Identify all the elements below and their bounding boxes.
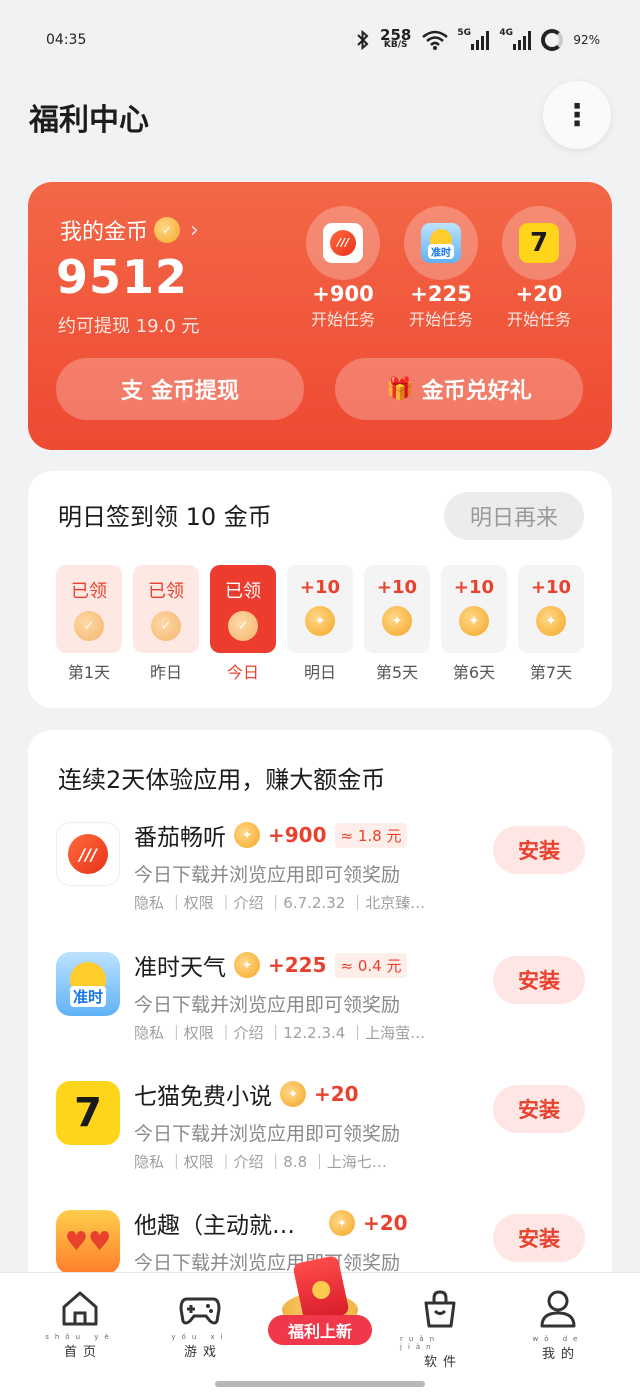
coin-icon: ✦: [536, 606, 566, 636]
coin-icon: ✦: [382, 606, 412, 636]
sign-in-title: 明日签到领 10 金币: [58, 503, 272, 531]
app-description: 今日下载并浏览应用即可领奖励: [134, 1123, 401, 1145]
app-meta-links[interactable]: 隐私 ｜权限 ｜介绍 ｜12.2.3.4 ｜上海萤…: [134, 1022, 425, 1043]
home-icon: [62, 1291, 98, 1326]
day-item[interactable]: 已领 ✓ 昨日: [133, 565, 199, 683]
gift-icon: 🎁: [386, 376, 414, 402]
coin-icon: ✓: [154, 217, 181, 243]
weather-app-icon: 准时: [56, 952, 120, 1016]
list-item[interactable]: 7 七猫免费小说 ✦ +20 今日下载并浏览应用即可领奖励 隐私 ｜权限 ｜介绍…: [56, 1077, 596, 1187]
reward-amount: +225: [268, 953, 327, 977]
app-name: 准时天气: [134, 955, 226, 981]
signal-5g-icon: 5G: [457, 28, 490, 50]
qimao-app-icon: 7: [519, 223, 559, 263]
bluetooth-icon: [357, 30, 369, 50]
battery-icon: [541, 29, 564, 51]
day-item[interactable]: +10 ✦ 明日: [287, 565, 353, 683]
quick-tasks: /// +900 开始任务 准时 +225 开始任务 7 +20 开始任务: [306, 206, 576, 330]
coin-card: 我的金币 ✓ › 9512 约可提现 19.0 元 /// +900 开始任务 …: [28, 182, 612, 450]
nav-welfare-new[interactable]: 福利上新: [268, 1254, 372, 1363]
coin-icon: ✦: [459, 606, 489, 636]
app-name: 七猫免费小说: [134, 1084, 272, 1110]
coin-balance: 9512: [56, 250, 189, 304]
status-time: 04:35: [46, 32, 87, 48]
app-description: 今日下载并浏览应用即可领奖励: [134, 994, 401, 1016]
day-item[interactable]: +10 ✦ 第7天: [518, 565, 584, 683]
app-meta-links[interactable]: 隐私 ｜权限 ｜介绍 ｜8.8 ｜上海七…: [134, 1151, 387, 1172]
withdraw-estimate: 约可提现 19.0 元: [58, 316, 200, 337]
qimao-app-icon: 7: [56, 1081, 120, 1145]
day-item[interactable]: 已领 ✓ 第1天: [56, 565, 122, 683]
my-coins-link[interactable]: 我的金币 ✓ ›: [60, 214, 199, 246]
coin-icon: ✓: [228, 611, 258, 641]
coin-icon: ✦: [234, 952, 260, 978]
more-menu-button[interactable]: ⋮: [543, 81, 611, 149]
signal-4g-icon: 4G: [499, 28, 532, 50]
gamepad-icon: [179, 1297, 221, 1325]
coin-icon: ✦: [305, 606, 335, 636]
install-button[interactable]: 安装: [493, 956, 585, 1004]
fanqie-app-icon: ///: [323, 223, 363, 263]
nav-profile[interactable]: wǒ de 我的: [518, 1289, 598, 1362]
quick-task-qimao[interactable]: 7 +20 开始任务: [502, 206, 576, 330]
alipay-icon: 支: [120, 379, 143, 404]
status-bar: 04:35 258 KB/S 5G 4G 92%: [0, 0, 640, 80]
quick-task-weather[interactable]: 准时 +225 开始任务: [404, 206, 478, 330]
app-name: 他趣（主动就…: [134, 1213, 295, 1239]
weather-app-icon: 准时: [421, 223, 461, 263]
list-item[interactable]: 准时 准时天气 ✦ +225 ≈ 0.4 元 今日下载并浏览应用即可领奖励 隐私…: [56, 948, 596, 1058]
person-icon: [540, 1290, 576, 1328]
more-vertical-icon: ⋮: [562, 97, 592, 133]
nav-home[interactable]: shǒu yè 首页: [40, 1289, 120, 1360]
battery-percent: 92%: [573, 33, 600, 47]
status-icons: 258 KB/S 5G 4G 92%: [356, 26, 600, 51]
reward-amount: +900: [268, 823, 327, 847]
page-title: 福利中心: [29, 103, 149, 138]
list-item[interactable]: /// 番茄畅听 ✦ +900 ≈ 1.8 元 今日下载并浏览应用即可领奖励 隐…: [56, 818, 596, 928]
quick-task-fanqie[interactable]: /// +900 开始任务: [306, 206, 380, 330]
install-button[interactable]: 安装: [493, 826, 585, 874]
wifi-icon: [422, 30, 449, 50]
fanqie-app-icon: ///: [56, 822, 120, 886]
cash-estimate: ≈ 0.4 元: [334, 952, 408, 978]
install-button[interactable]: 安装: [493, 1085, 585, 1133]
nav-games[interactable]: yóu xì 游戏: [160, 1289, 240, 1360]
install-button[interactable]: 安装: [493, 1214, 585, 1262]
reward-amount: +20: [363, 1211, 408, 1235]
taqu-app-icon: ♥♥: [56, 1210, 120, 1274]
come-back-tomorrow-button[interactable]: 明日再来: [444, 492, 584, 540]
reward-amount: +20: [314, 1082, 359, 1106]
day-item[interactable]: 已领 ✓ 今日: [210, 565, 276, 683]
coin-icon: ✓: [74, 611, 104, 641]
app-task-card: 连续2天体验应用，赚大额金币 /// 番茄畅听 ✦ +900 ≈ 1.8 元 今…: [28, 730, 612, 1330]
app-name: 番茄畅听: [134, 825, 226, 851]
day-item[interactable]: +10 ✦ 第6天: [441, 565, 507, 683]
app-description: 今日下载并浏览应用即可领奖励: [134, 864, 401, 886]
bag-icon: [424, 1290, 456, 1328]
sign-in-card: 明日签到领 10 金币 明日再来 已领 ✓ 第1天 已领 ✓ 昨日 已领 ✓ 今日 +…: [28, 471, 612, 708]
nav-software[interactable]: ruǎn jiàn 软件: [400, 1289, 480, 1370]
cash-estimate: ≈ 1.8 元: [334, 822, 408, 848]
net-speed: 258 KB/S: [380, 26, 412, 51]
app-meta-links[interactable]: 隐私 ｜权限 ｜介绍 ｜6.7.2.32 ｜北京臻…: [134, 892, 425, 913]
sign-in-days: 已领 ✓ 第1天 已领 ✓ 昨日 已领 ✓ 今日 +10 ✦ 明日 +10 ✦ 第5天 +…: [56, 565, 584, 683]
withdraw-button[interactable]: 支 金币提现: [56, 358, 304, 420]
coin-icon: ✦: [234, 822, 260, 848]
task-list-title: 连续2天体验应用，赚大额金币: [58, 766, 386, 794]
redeem-gift-button[interactable]: 🎁 金币兑好礼: [335, 358, 583, 420]
my-coins-label: 我的金币: [60, 220, 149, 245]
day-item[interactable]: +10 ✦ 第5天: [364, 565, 430, 683]
coin-icon: ✦: [329, 1210, 355, 1236]
chevron-right-icon: ›: [190, 217, 199, 243]
home-indicator[interactable]: [215, 1381, 425, 1387]
coin-icon: ✓: [151, 611, 181, 641]
coin-icon: ✦: [280, 1081, 306, 1107]
